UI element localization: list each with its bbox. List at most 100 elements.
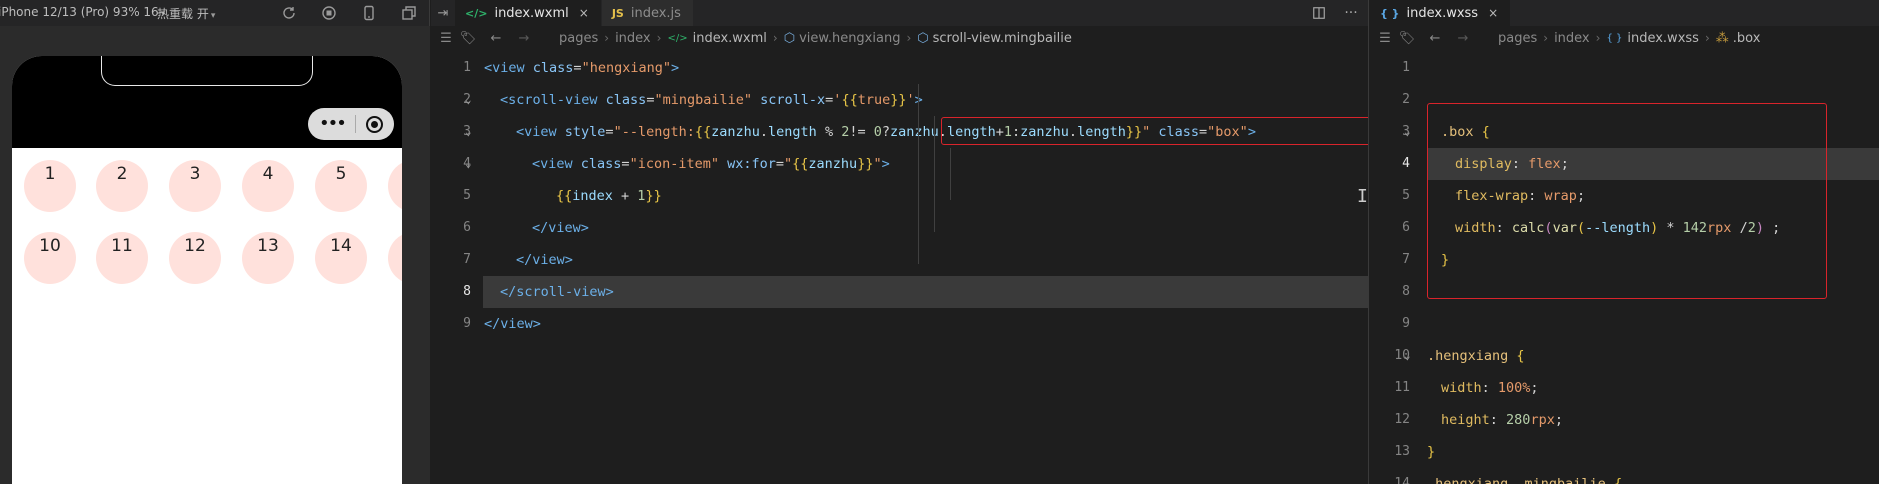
code-line[interactable]: 8 </scroll-view>: [431, 276, 1368, 308]
number-circle: 6: [388, 160, 402, 212]
code-token: =: [573, 60, 582, 76]
list-icon[interactable]: ☰: [1374, 31, 1396, 46]
code-token: 142: [1682, 220, 1708, 236]
back-arrow-icon[interactable]: ←: [485, 31, 507, 46]
code-line[interactable]: 13}: [1370, 436, 1879, 468]
code-line[interactable]: 8: [1370, 276, 1879, 308]
detach-window-icon[interactable]: [400, 4, 418, 22]
code-token: true: [857, 92, 891, 108]
back-arrow-icon[interactable]: ←: [1424, 31, 1446, 46]
code-line[interactable]: 4 display: flex;: [1370, 148, 1879, 180]
code-line[interactable]: 1: [1370, 52, 1879, 84]
wxml-editor: ⇥ </> index.wxml × JS index.js ··· ☰ 🏷 ←…: [431, 0, 1369, 484]
wxss-breadcrumb: ☰ 🏷 ← → pages › index › { } index.wxss ›…: [1370, 26, 1879, 50]
code-token: 0: [873, 124, 882, 140]
tab-index-wxml[interactable]: </> index.wxml ×: [455, 0, 602, 26]
code-line[interactable]: 7 </view>: [431, 244, 1368, 276]
number-circle: 11: [96, 232, 148, 284]
forward-arrow-icon[interactable]: →: [1452, 31, 1474, 46]
code-line[interactable]: 12 height: 280rpx;: [1370, 404, 1879, 436]
fold-chevron-icon[interactable]: ⌄: [1404, 468, 1411, 484]
fold-chevron-icon[interactable]: ⌄: [1404, 340, 1411, 372]
bookmark-icon[interactable]: 🏷: [457, 31, 479, 46]
code-line[interactable]: 5 {{index + 1}}: [431, 180, 1368, 212]
code-token: =: [621, 156, 630, 172]
tab-index-js[interactable]: JS index.js: [601, 0, 694, 26]
code-token: {{: [792, 156, 809, 172]
code-token: <scroll-view: [500, 92, 606, 108]
code-line[interactable]: 9 </view>: [431, 308, 1368, 340]
line-number: 1: [1402, 60, 1410, 75]
code-line[interactable]: 4 ⌄ <view class="icon-item" wx:for="{{zanz…: [431, 148, 1368, 180]
bookmark-icon[interactable]: 🏷: [1396, 31, 1418, 46]
more-actions-icon[interactable]: ···: [1334, 0, 1368, 26]
miniprogram-capsule[interactable]: •••: [308, 108, 394, 140]
breadcrumb-index[interactable]: index: [615, 31, 651, 46]
code-token: }}: [645, 188, 662, 204]
code-text: </view>: [516, 244, 573, 276]
code-token: "hengxiang": [581, 60, 671, 76]
more-icon[interactable]: •••: [319, 115, 347, 133]
phone-icon[interactable]: [360, 4, 378, 22]
code-text: .hengxiang .mingbailie {: [1427, 468, 1622, 484]
code-token: =: [775, 156, 785, 172]
code-text: <view class="icon-item" wx:for="{{zanzhu…: [532, 148, 890, 180]
split-editor-icon[interactable]: [1304, 0, 1334, 26]
code-text: height: 280rpx;: [1441, 404, 1563, 436]
code-text: <view style="--length:{{zanzhu.length % …: [516, 116, 1256, 148]
code-line[interactable]: 5 flex-wrap: wrap;: [1370, 180, 1879, 212]
code-line[interactable]: 6 width: calc(var(--length) * 142rpx /2) …: [1370, 212, 1879, 244]
fold-chevron-icon[interactable]: ⌄: [465, 116, 472, 148]
code-token: :: [1495, 220, 1512, 236]
tabbar-spacer: [693, 0, 1304, 26]
list-icon[interactable]: ☰: [435, 31, 457, 46]
code-token: "mingbailie": [654, 92, 752, 108]
text-cursor-icon: I: [1357, 186, 1368, 207]
code-token: =: [605, 124, 614, 140]
wxss-code-area[interactable]: 1 2 3 ⌄ .box {4 display: flex; 5 flex-wrap: wra…: [1370, 52, 1879, 484]
code-line[interactable]: 14 ⌄ .hengxiang .mingbailie {: [1370, 468, 1879, 484]
breadcrumb-scroll-view[interactable]: scroll-view.mingbailie: [933, 31, 1072, 46]
line-number: 8: [463, 284, 471, 299]
line-number: 9: [1402, 316, 1410, 331]
breadcrumb-pages[interactable]: pages: [1498, 31, 1537, 46]
line-number: 11: [1394, 380, 1410, 395]
code-line[interactable]: 3 ⌄ <view style="--length:{{zanzhu.length …: [431, 116, 1368, 148]
code-token: :: [1012, 124, 1021, 140]
number-circle: 13: [242, 232, 294, 284]
breadcrumb-view[interactable]: view.hengxiang: [799, 31, 900, 46]
code-line[interactable]: 3 ⌄ .box {: [1370, 116, 1879, 148]
code-line[interactable]: 6 </view>: [431, 212, 1368, 244]
code-line[interactable]: 9: [1370, 308, 1879, 340]
code-line[interactable]: 10 ⌄ .hengxiang {: [1370, 340, 1879, 372]
code-line[interactable]: 2 ⌄ <scroll-view class="mingbailie" scroll…: [431, 84, 1368, 116]
tab-index-wxss[interactable]: { } index.wxss ×: [1370, 0, 1512, 26]
breadcrumb-file[interactable]: index.wxss: [1627, 31, 1699, 46]
hot-reload-toggle[interactable]: 热重载 开 ▾: [157, 5, 215, 22]
toggle-sidebar-icon[interactable]: ⇥: [431, 0, 455, 26]
breadcrumb-pages[interactable]: pages: [559, 31, 598, 46]
phone-screen: ••• 12345610111213141: [12, 56, 402, 484]
number-circle: 12: [169, 232, 221, 284]
code-token: rpx: [1530, 412, 1555, 428]
code-line[interactable]: 2: [1370, 84, 1879, 116]
fold-chevron-icon[interactable]: ⌄: [465, 84, 472, 116]
fold-chevron-icon[interactable]: ⌄: [465, 148, 472, 180]
breadcrumb-file[interactable]: index.wxml: [693, 31, 767, 46]
close-icon[interactable]: ×: [579, 6, 589, 20]
close-icon[interactable]: ×: [1488, 6, 1498, 20]
breadcrumb-index[interactable]: index: [1554, 31, 1590, 46]
refresh-icon[interactable]: [280, 4, 298, 22]
code-text: .box {: [1441, 116, 1490, 148]
stop-icon[interactable]: [320, 4, 338, 22]
breadcrumb-selector[interactable]: .box: [1733, 31, 1761, 46]
wxml-code-area[interactable]: 1 <view class="hengxiang"> 2 ⌄ <scroll-view …: [431, 52, 1368, 340]
fold-chevron-icon[interactable]: ⌄: [1404, 116, 1411, 148]
close-target-icon[interactable]: [365, 115, 383, 133]
device-select[interactable]: iPhone 12/13 (Pro) 93% 16 ▾: [0, 5, 165, 19]
code-line[interactable]: 7}: [1370, 244, 1879, 276]
code-line[interactable]: 11 width: 100%;: [1370, 372, 1879, 404]
scroll-view-grid[interactable]: 12345610111213141: [12, 148, 402, 484]
forward-arrow-icon[interactable]: →: [513, 31, 535, 46]
code-line[interactable]: 1 <view class="hengxiang">: [431, 52, 1368, 84]
